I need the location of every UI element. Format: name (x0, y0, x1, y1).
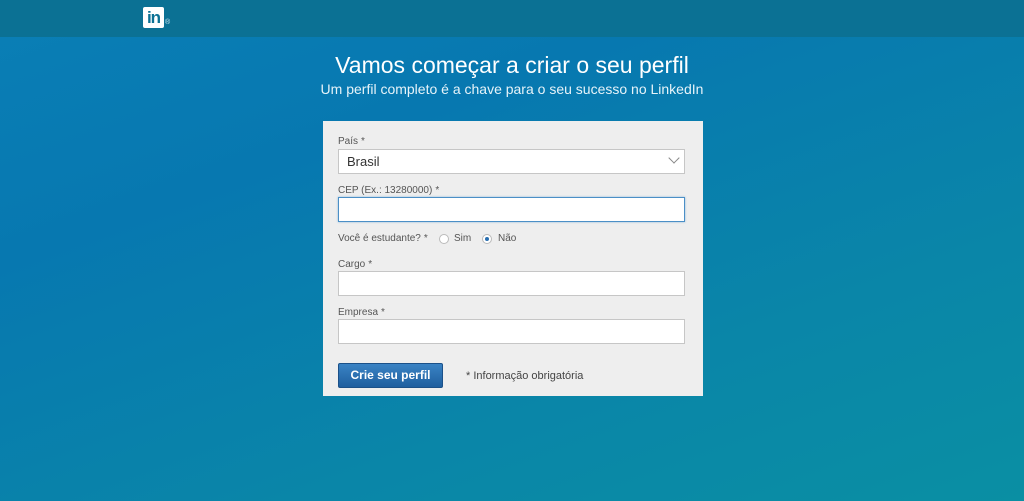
required-asterisk: * (368, 259, 373, 270)
student-no-label[interactable]: Não (498, 233, 516, 244)
linkedin-logo-icon[interactable]: in (143, 7, 164, 28)
profile-form: País * Brasil CEP (Ex.: 13280000) * Você é… (323, 121, 703, 396)
cep-label: CEP (Ex.: 13280000) * (338, 185, 439, 196)
page-subtitle: Um perfil completo é a chave para o seu … (320, 81, 704, 97)
student-no-radio[interactable] (482, 234, 492, 244)
student-yes-radio[interactable] (439, 234, 449, 244)
cargo-label: Cargo * (338, 259, 372, 270)
create-profile-button[interactable]: Crie seu perfil (338, 363, 443, 388)
chevron-down-icon (668, 152, 680, 164)
cargo-label-text: Cargo (338, 259, 366, 270)
student-label-text: Você é estudante? (338, 233, 421, 244)
cep-input[interactable] (338, 197, 685, 222)
required-asterisk: * (381, 307, 385, 318)
student-label: Você é estudante? * (338, 233, 428, 244)
country-label-text: País (338, 136, 359, 147)
required-asterisk: * (423, 233, 428, 244)
empresa-label: Empresa * (338, 307, 385, 318)
page-title: Vamos começar a criar o seu perfil (335, 52, 689, 78)
student-yes-label[interactable]: Sim (454, 233, 471, 244)
country-select-value: Brasil (347, 154, 380, 169)
cargo-input[interactable] (338, 271, 685, 296)
registered-mark: ® (165, 19, 171, 26)
top-bar: in ® (0, 0, 1024, 37)
country-label: País * (338, 136, 365, 147)
empresa-input[interactable] (338, 319, 685, 344)
cep-label-text: CEP (Ex.: 13280000) (338, 185, 433, 196)
required-note: * Informação obrigatória (466, 370, 584, 382)
empresa-label-text: Empresa (338, 307, 379, 318)
required-asterisk: * (361, 136, 365, 147)
required-asterisk: * (435, 185, 440, 196)
country-select[interactable]: Brasil (338, 149, 685, 174)
